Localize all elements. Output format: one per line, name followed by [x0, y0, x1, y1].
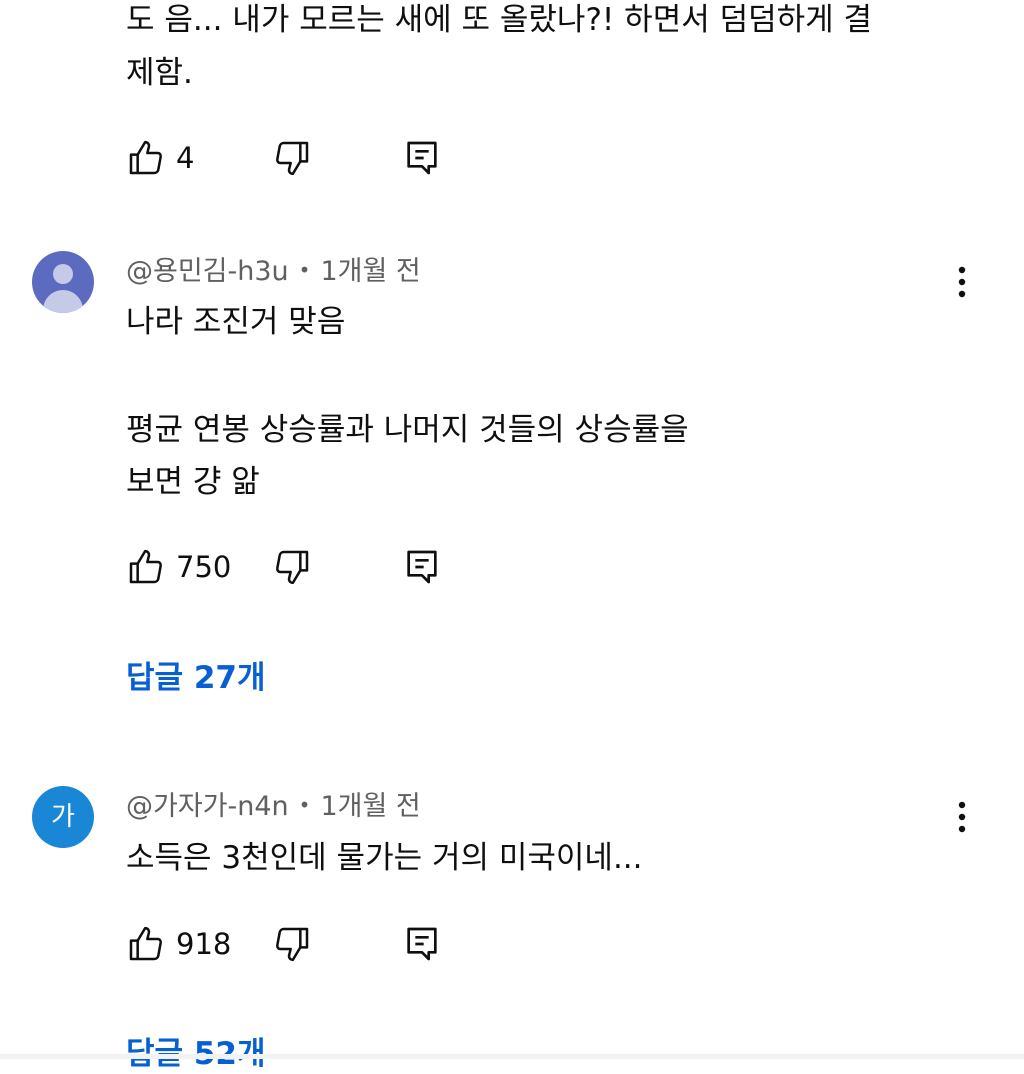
- reply-button[interactable]: [402, 922, 442, 966]
- separator-dot: •: [298, 793, 311, 817]
- dislike-icon: [276, 550, 309, 585]
- comment-text-line: 보면 걍 앎: [126, 464, 260, 500]
- reply-icon: [407, 141, 437, 175]
- avatar[interactable]: [32, 251, 94, 313]
- comment-text-line: 소득은 3천인데 물가는 거의 미국이네...: [126, 840, 643, 876]
- dislike-button[interactable]: [272, 136, 312, 180]
- avatar-body-shape: [43, 290, 83, 313]
- like-button[interactable]: 750: [126, 545, 231, 589]
- comment-time: 1개월 전: [320, 791, 421, 822]
- avatar-head-shape: [53, 264, 73, 284]
- like-button[interactable]: 918: [126, 922, 231, 966]
- author-name[interactable]: @가자가-n4n: [126, 791, 289, 822]
- dislike-icon: [276, 141, 309, 176]
- like-icon: [129, 926, 162, 961]
- like-icon: [129, 140, 162, 175]
- comment-text-line: 도 음... 내가 모르는 새에 또 올랐나?! 하면서 덤덤하게 결: [126, 2, 873, 38]
- separator-dot: •: [298, 258, 311, 282]
- more-vert-icon: [958, 266, 966, 298]
- comment-text-line: 나라 조진거 맞음: [126, 304, 346, 340]
- author-name[interactable]: @용민김-h3u: [126, 256, 289, 287]
- dislike-icon: [276, 927, 309, 962]
- like-count: 750: [176, 550, 232, 584]
- bottom-divider: [0, 1054, 1024, 1059]
- comment-time: 1개월 전: [320, 256, 421, 287]
- comment-text-line: 평균 연봉 상승률과 나머지 것들의 상승률을: [126, 412, 689, 448]
- reply-button[interactable]: [402, 545, 442, 589]
- more-vert-icon: [958, 801, 966, 833]
- dislike-button[interactable]: [272, 545, 312, 589]
- like-count: 4: [176, 141, 195, 175]
- dislike-button[interactable]: [272, 922, 312, 966]
- comment-meta: @가자가-n4n • 1개월 전: [126, 787, 421, 825]
- like-icon: [129, 549, 162, 584]
- reply-icon: [407, 550, 437, 584]
- more-options-button[interactable]: [940, 795, 984, 839]
- comment-text-line: 제함.: [126, 55, 193, 91]
- like-count: 918: [176, 927, 232, 961]
- more-options-button[interactable]: [940, 260, 984, 304]
- comment-meta: @용민김-h3u • 1개월 전: [126, 252, 421, 290]
- view-replies-button[interactable]: 답글 27개: [126, 658, 266, 698]
- reply-button[interactable]: [402, 136, 442, 180]
- like-button[interactable]: 4: [126, 136, 194, 180]
- avatar[interactable]: 가: [32, 786, 94, 848]
- reply-icon: [407, 927, 437, 961]
